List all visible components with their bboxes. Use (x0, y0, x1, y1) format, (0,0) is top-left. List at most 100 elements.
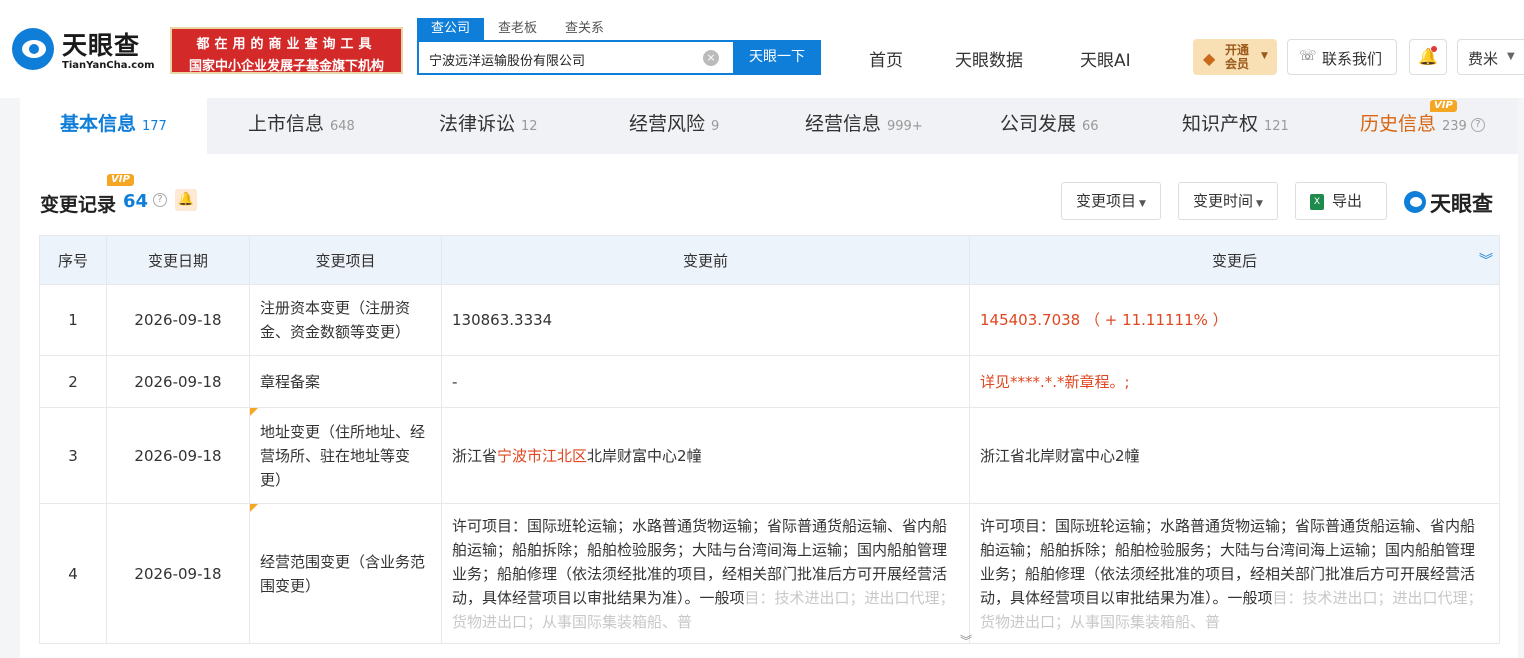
cell-date: 2026-09-18 (106, 355, 250, 408)
nav-home[interactable]: 首页 (869, 46, 903, 71)
eye-logo-icon (1404, 191, 1426, 213)
slogan-line2: 国家中小企业发展子基金旗下机构 (188, 59, 384, 74)
chevron-down-icon: ▼ (1256, 199, 1263, 209)
tab-label: 知识产权 (1182, 113, 1259, 135)
clear-icon[interactable]: × (703, 50, 719, 66)
open-vip-button[interactable]: ◆ 开通会员 ▼ (1193, 39, 1277, 75)
tab-label: 历史信息 (1360, 113, 1437, 135)
tab-search-company[interactable]: 查公司 (417, 18, 485, 40)
tab-label: 经营信息 (805, 113, 882, 135)
tab-count: 9 (711, 119, 720, 134)
tab-legal[interactable]: 法律诉讼 12 (439, 98, 538, 154)
cell-index: 3 (39, 407, 107, 504)
cell-before: - (441, 355, 970, 408)
tianyancha-logo[interactable]: 天眼查 TianYanCha.com (12, 26, 162, 78)
cell-before: 浙江省宁波市江北区北岸财富中心2幢 (441, 407, 970, 504)
tab-count: 239 (1442, 119, 1467, 134)
subscribe-bell-icon[interactable]: 🔔 (175, 189, 197, 211)
contact-label: 联系我们 (1322, 50, 1383, 68)
tab-search-relation[interactable]: 查关系 (551, 18, 618, 40)
search-input[interactable]: 宁波远洋运输股份有限公司 (429, 50, 585, 69)
contact-button[interactable]: ☏ 联系我们 (1287, 39, 1397, 75)
tab-risk[interactable]: 经营风险 9 (629, 98, 719, 154)
tab-search-boss[interactable]: 查老板 (484, 18, 551, 40)
tab-label: 基本信息 (60, 113, 137, 135)
vip-label: 开通会员 (1225, 43, 1250, 71)
notification-dot (1431, 46, 1437, 52)
col-index: 序号 (39, 235, 107, 285)
user-name: 费米 (1468, 50, 1499, 68)
tab-operation[interactable]: 经营信息 999+ (805, 98, 923, 154)
tab-label: 公司发展 (1000, 113, 1077, 135)
nav-data[interactable]: 天眼数据 (955, 46, 1023, 71)
col-date: 变更日期 (106, 235, 250, 285)
tab-count: 121 (1264, 119, 1289, 134)
cell-date: 2026-09-18 (106, 284, 250, 356)
cell-date: 2026-09-18 (106, 503, 250, 644)
user-menu[interactable]: 费米 ▼ (1457, 39, 1524, 75)
cell-item: 经营范围变更（含业务范围变更） (249, 503, 442, 644)
export-label: 导出 (1332, 192, 1363, 210)
tab-listing-info[interactable]: 上市信息 648 (248, 98, 355, 154)
table-row: 1 2026-09-18 注册资本变更（注册资金、资金数额等变更） 130863… (39, 284, 1500, 356)
export-button[interactable]: X 导出 (1295, 182, 1388, 220)
cell-after: 详见****.*.*新章程。; (969, 355, 1500, 408)
slogan-banner: 都在用的商业查询工具 国家中小企业发展子基金旗下机构 (170, 27, 403, 74)
filter-change-item[interactable]: 变更项目 ▼ (1061, 182, 1161, 220)
expand-all-icon[interactable]: ︾ (1479, 250, 1493, 270)
brand-text: 天眼查 (1430, 192, 1493, 216)
cell-after: 许可项目：国际班轮运输；水路普通货物运输；省际普通货船运输、省内船舶运输；船舶拆… (969, 503, 1500, 644)
before-suffix: 北岸财富中心2幢 (587, 446, 702, 465)
top-header: 天眼查 TianYanCha.com 都在用的商业查询工具 国家中小企业发展子基… (0, 0, 1524, 98)
chevron-down-icon: ▼ (1507, 51, 1515, 62)
col-item: 变更项目 (249, 235, 442, 285)
diamond-icon: ◆ (1203, 49, 1216, 68)
excel-icon: X (1310, 193, 1324, 210)
cell-after: 145403.7038 （ + 11.11111% ） (969, 284, 1500, 356)
vip-tag: VIP (107, 174, 134, 186)
phone-icon: ☏ (1299, 48, 1317, 64)
tab-count: 66 (1082, 119, 1099, 134)
cell-before: 130863.3334 (441, 284, 970, 356)
help-icon[interactable]: ? (1470, 117, 1485, 132)
search-type-tabs: 查公司 查老板 查关系 (417, 18, 618, 40)
table-header-row: 序号 变更日期 变更项目 变更前 变更后 ︾ (39, 235, 1500, 285)
cell-item: 地址变更（住所地址、经营场所、驻在地址等变更） (249, 407, 442, 504)
cell-item: 章程备案 (249, 355, 442, 408)
tab-ip[interactable]: 知识产权 121 (1182, 98, 1289, 154)
filter-change-time[interactable]: 变更时间 ▼ (1178, 182, 1278, 220)
cell-index: 4 (39, 503, 107, 644)
cell-before: 许可项目：国际班轮运输；水路普通货物运输；省际普通货船运输、省内船舶运输；船舶拆… (441, 503, 970, 644)
logo-domain: TianYanCha.com (62, 60, 155, 71)
section-title: 变更记录 (40, 194, 117, 216)
help-icon[interactable]: ? (153, 193, 167, 207)
search-button[interactable]: 天眼一下 (733, 40, 821, 75)
cell-index: 1 (39, 284, 107, 356)
detail-tabs: 基本信息 177 上市信息 648 法律诉讼 12 经营风险 9 经营信息 999+ 公司… (20, 98, 1518, 154)
tab-label: 经营风险 (629, 113, 706, 135)
table-row: 2 2026-09-18 章程备案 - 详见****.*.*新章程。; (39, 355, 1500, 408)
expand-more-icon[interactable]: ︾ (960, 632, 972, 649)
search-box: 宁波远洋运输股份有限公司 × 天眼一下 (417, 40, 821, 75)
table-row: 4 2026-09-18 经营范围变更（含业务范围变更） 许可项目：国际班轮运输… (39, 503, 1500, 644)
cell-item: 注册资本变更（注册资金、资金数额等变更） (249, 284, 442, 356)
col-after-label: 变更后 (1211, 251, 1257, 270)
tab-basic-info[interactable]: 基本信息 177 (20, 98, 207, 154)
tab-count: 177 (142, 119, 167, 134)
notification-button[interactable]: 🔔 (1409, 39, 1447, 75)
tab-label: 上市信息 (248, 113, 325, 135)
change-record-table: 序号 变更日期 变更项目 变更前 变更后 ︾ 1 2026-09-18 注册资本变… (39, 235, 1500, 644)
filter-label: 变更时间 (1193, 192, 1254, 210)
section-count: 64 (123, 191, 149, 212)
nav-ai[interactable]: 天眼AI (1080, 46, 1131, 71)
tab-count: 12 (521, 119, 538, 134)
tab-development[interactable]: 公司发展 66 (1000, 98, 1099, 154)
changed-text: 宁波市江北区 (497, 446, 588, 465)
cell-after: 浙江省北岸财富中心2幢 (969, 407, 1500, 504)
tab-history[interactable]: VIP 历史信息 239? (1360, 98, 1485, 154)
table-row: 3 2026-09-18 地址变更（住所地址、经营场所、驻在地址等变更） 浙江省… (39, 407, 1500, 504)
cell-date: 2026-09-18 (106, 407, 250, 504)
tab-count: 999+ (887, 119, 923, 134)
chevron-down-icon: ▼ (1261, 51, 1268, 61)
tab-count: 648 (330, 119, 355, 134)
